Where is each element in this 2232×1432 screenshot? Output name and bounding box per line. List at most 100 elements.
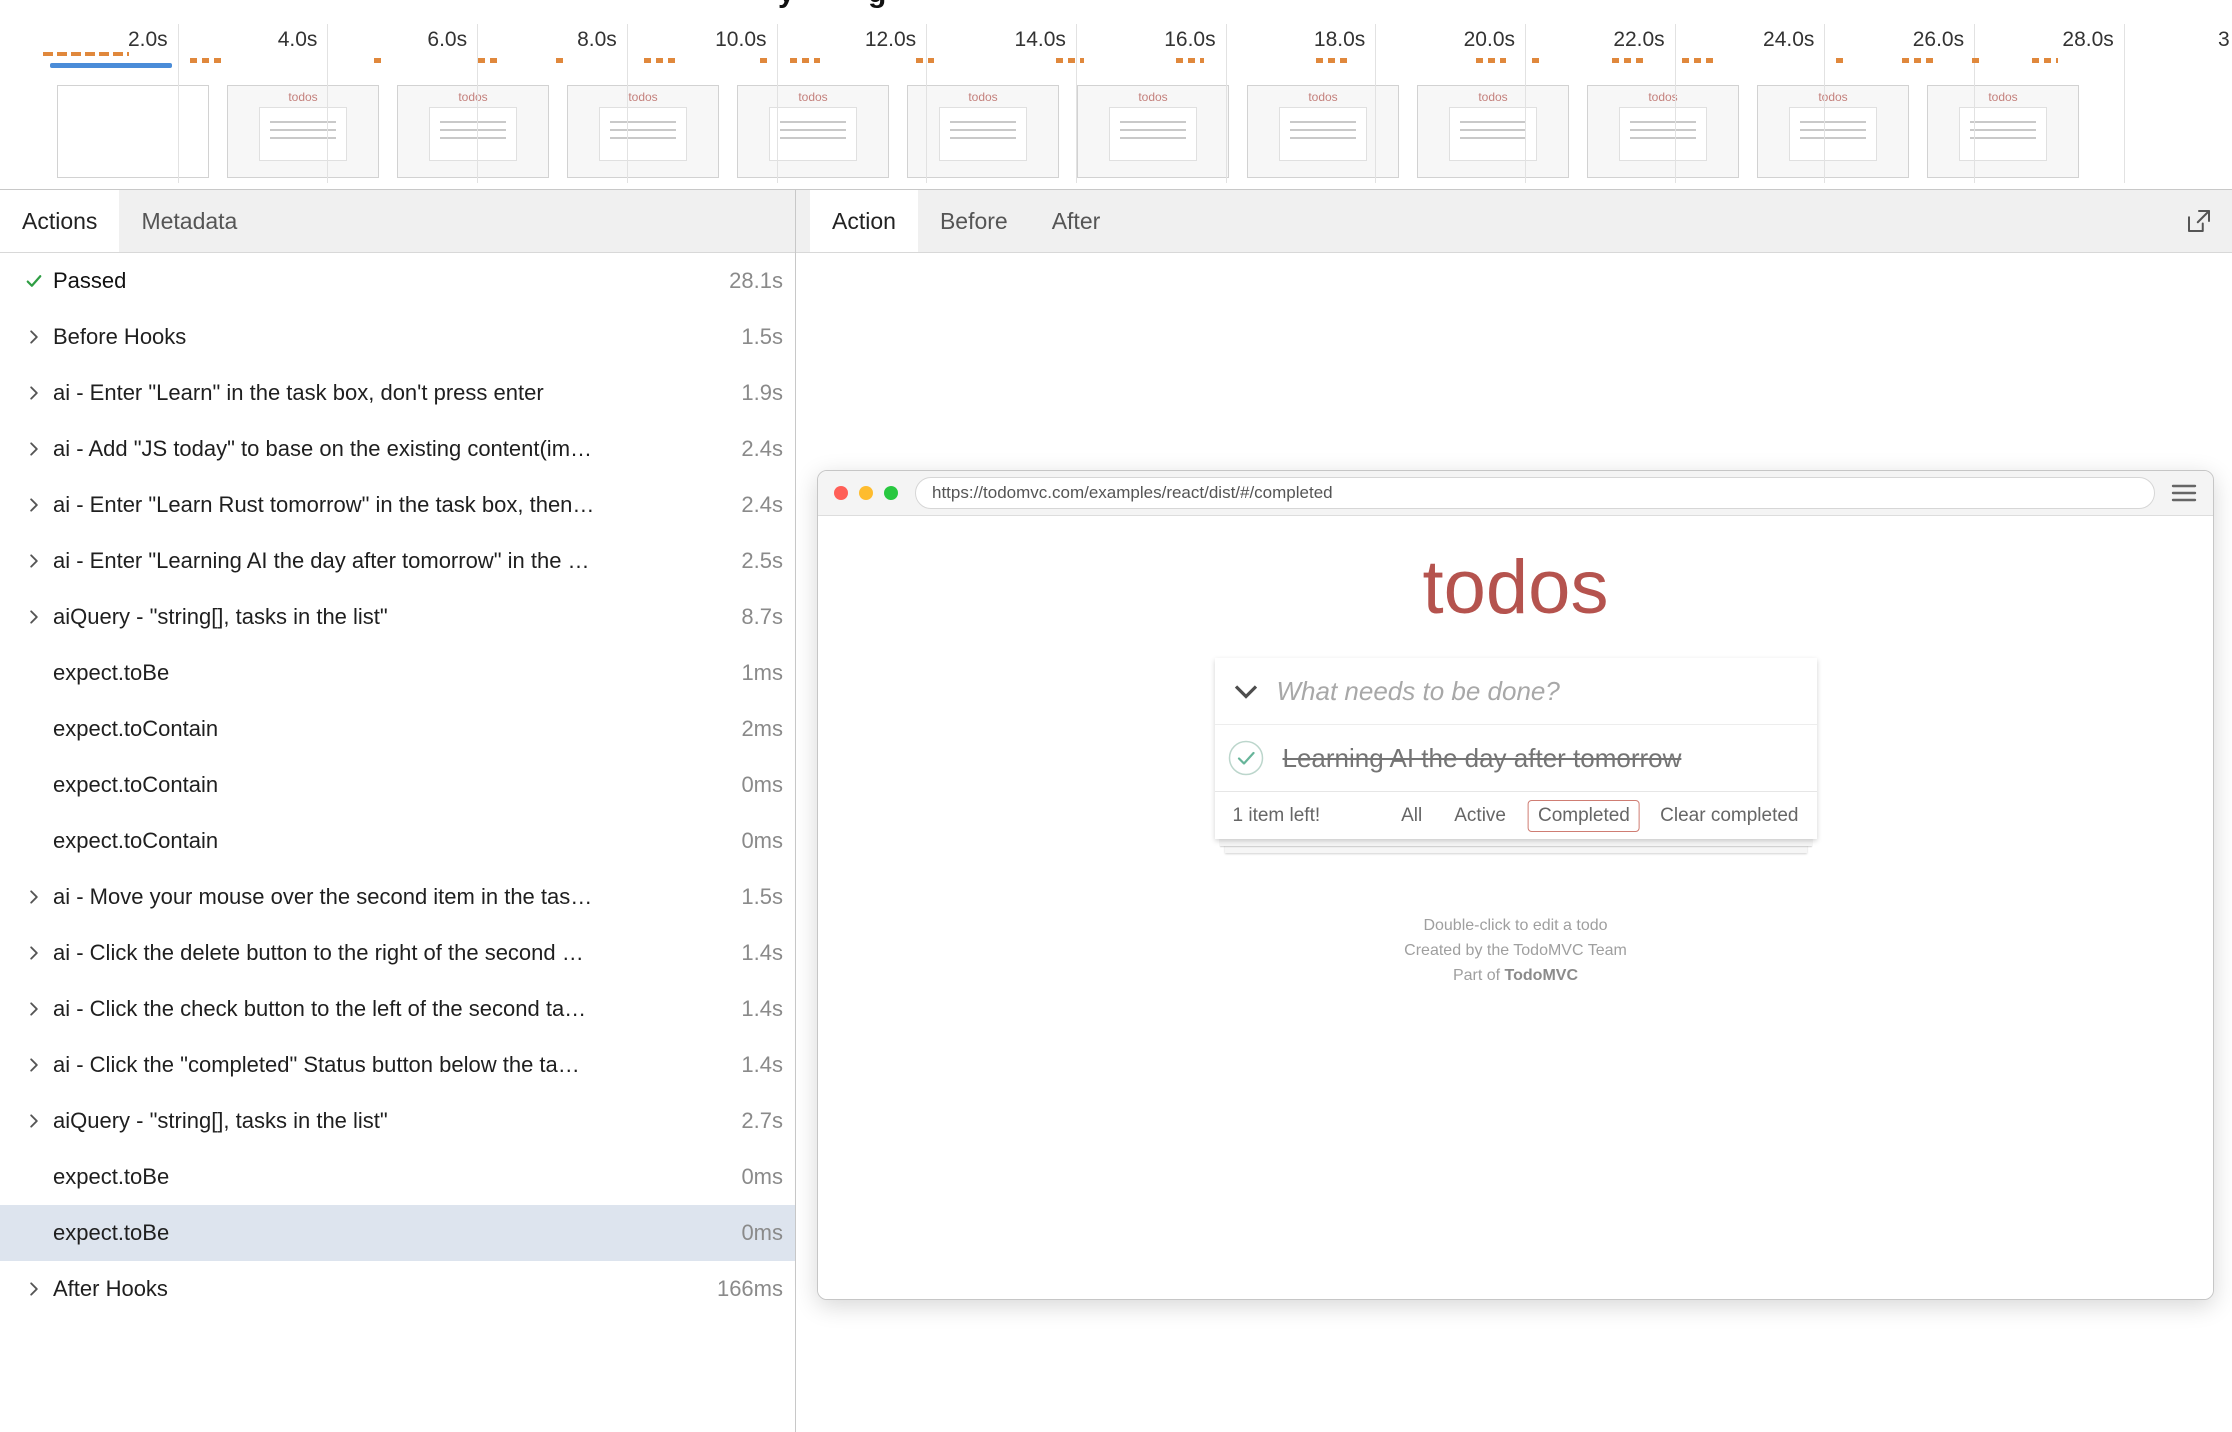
hamburger-menu-icon[interactable] [2171, 482, 2197, 504]
tab-actions[interactable]: Actions [0, 190, 119, 252]
chevron-right-icon[interactable] [24, 944, 44, 962]
action-row[interactable]: expect.toBe 0ms [0, 1149, 795, 1205]
close-window-icon[interactable] [834, 486, 848, 500]
url-bar[interactable]: https://todomvc.com/examples/react/dist/… [915, 477, 2155, 509]
items-left-count: 1 item left! [1233, 805, 1321, 827]
filmstrip-thumbnail[interactable]: todos [737, 85, 889, 178]
tab-action[interactable]: Action [810, 190, 918, 252]
filmstrip-thumbnail[interactable]: todos [1927, 85, 2079, 178]
action-row[interactable]: expect.toContain 2ms [0, 701, 795, 757]
action-duration: 8.7s [741, 604, 783, 630]
toggle-all-icon[interactable] [1215, 684, 1277, 699]
action-row[interactable]: ai - Enter "Learning AI the day after to… [0, 533, 795, 589]
filter-completed[interactable]: Completed [1528, 800, 1640, 832]
action-label: ai - Enter "Learn Rust tomorrow" in the … [53, 492, 729, 518]
timeline-action-bar [43, 52, 129, 56]
action-label: expect.toBe [53, 1220, 729, 1246]
action-row[interactable]: ai - Click the check button to the left … [0, 981, 795, 1037]
action-row[interactable]: expect.toBe 1ms [0, 645, 795, 701]
timeline-label: 10.0s [715, 28, 766, 52]
todomvc-brand[interactable]: TodoMVC [1505, 967, 1578, 984]
action-row[interactable]: expect.toBe 0ms [0, 1205, 795, 1261]
action-row[interactable]: ai - Move your mouse over the second ite… [0, 869, 795, 925]
test-status-row[interactable]: Passed 28.1s [0, 253, 795, 309]
chevron-right-icon[interactable] [24, 1000, 44, 1018]
filmstrip-thumbnail[interactable]: todos [567, 85, 719, 178]
action-label: expect.toBe [53, 660, 729, 686]
action-label: ai - Click the "completed" Status button… [53, 1052, 729, 1078]
filmstrip-thumbnail[interactable]: todos [1587, 85, 1739, 178]
maximize-window-icon[interactable] [884, 486, 898, 500]
browser-chrome: https://todomvc.com/examples/react/dist/… [818, 471, 2213, 516]
timeline-gridline [1974, 24, 1975, 183]
filmstrip-thumbnail[interactable]: todos [1757, 85, 1909, 178]
filmstrip-thumbnail[interactable]: todos [907, 85, 1059, 178]
action-duration: 1.5s [741, 324, 783, 350]
new-todo-input[interactable]: What needs to be done? [1277, 676, 1560, 707]
filmstrip-thumbnail[interactable] [57, 85, 209, 178]
action-duration: 1.4s [741, 1052, 783, 1078]
thumbnail-card [429, 107, 517, 161]
chevron-right-icon[interactable] [24, 888, 44, 906]
action-label: expect.toBe [53, 1164, 729, 1190]
todo-item[interactable]: Learning AI the day after tomorrow [1215, 725, 1817, 791]
action-row[interactable]: ai - Add "JS today" to base on the exist… [0, 421, 795, 477]
action-row[interactable]: Before Hooks 1.5s [0, 309, 795, 365]
chevron-right-icon[interactable] [24, 608, 44, 626]
tab-after[interactable]: After [1030, 190, 1123, 252]
thumbnail-card [769, 107, 857, 161]
minimize-window-icon[interactable] [859, 486, 873, 500]
thumbnail-todos-label: todos [1928, 91, 2078, 103]
timeline-tick [1902, 58, 1938, 63]
action-row[interactable]: ai - Enter "Learn" in the task box, don'… [0, 365, 795, 421]
timeline-tick [1316, 58, 1352, 63]
thumbnail-card [1279, 107, 1367, 161]
chevron-right-icon[interactable] [24, 328, 44, 346]
timeline[interactable]: y g todos todos todos todos todos [0, 0, 2232, 190]
filmstrip-thumbnail[interactable]: todos [397, 85, 549, 178]
chevron-right-icon[interactable] [24, 1280, 44, 1298]
chevron-right-icon[interactable] [24, 384, 44, 402]
action-duration: 2ms [741, 716, 783, 742]
chevron-right-icon[interactable] [24, 1112, 44, 1130]
timeline-label: 26.0s [1913, 28, 1964, 52]
filmstrip-thumbnail[interactable]: todos [1417, 85, 1569, 178]
tab-metadata[interactable]: Metadata [119, 190, 259, 252]
chevron-right-icon[interactable] [24, 552, 44, 570]
action-row[interactable]: After Hooks 166ms [0, 1261, 795, 1317]
timeline-tick [478, 58, 500, 63]
action-snapshot-stage: https://todomvc.com/examples/react/dist/… [796, 253, 2232, 1432]
clear-completed-button[interactable]: Clear completed [1660, 805, 1798, 827]
timeline-tick [644, 58, 678, 63]
action-row[interactable]: aiQuery - "string[], tasks in the list" … [0, 1093, 795, 1149]
todo-footer: 1 item left! All Active Completed Clear … [1215, 791, 1817, 839]
todo-toggle-icon[interactable] [1227, 739, 1265, 777]
timeline-gridline [1076, 24, 1077, 183]
action-duration: 1.4s [741, 996, 783, 1022]
action-row[interactable]: ai - Click the "completed" Status button… [0, 1037, 795, 1093]
tab-before[interactable]: Before [918, 190, 1030, 252]
filter-all[interactable]: All [1391, 800, 1432, 832]
filmstrip-thumbnail[interactable]: todos [227, 85, 379, 178]
chevron-right-icon[interactable] [24, 440, 44, 458]
action-row[interactable]: ai - Click the delete button to the righ… [0, 925, 795, 981]
passed-check-icon [24, 268, 44, 294]
action-label: aiQuery - "string[], tasks in the list" [53, 604, 729, 630]
timeline-label: 22.0s [1613, 28, 1664, 52]
test-status-label: Passed [53, 268, 717, 294]
timeline-label: 18.0s [1314, 28, 1365, 52]
action-row[interactable]: expect.toContain 0ms [0, 757, 795, 813]
thumbnail-todos-label: todos [908, 91, 1058, 103]
action-row[interactable]: ai - Enter "Learn Rust tomorrow" in the … [0, 477, 795, 533]
filmstrip-thumbnail[interactable]: todos [1077, 85, 1229, 178]
chevron-right-icon[interactable] [24, 1056, 44, 1074]
open-external-button[interactable] [2184, 206, 2214, 236]
action-row[interactable]: expect.toContain 0ms [0, 813, 795, 869]
timeline-gridline [2124, 24, 2125, 183]
timeline-tick [916, 58, 934, 63]
action-duration: 0ms [741, 1164, 783, 1190]
timeline-tick [1476, 58, 1506, 63]
chevron-right-icon[interactable] [24, 496, 44, 514]
filter-active[interactable]: Active [1444, 800, 1516, 832]
action-row[interactable]: aiQuery - "string[], tasks in the list" … [0, 589, 795, 645]
